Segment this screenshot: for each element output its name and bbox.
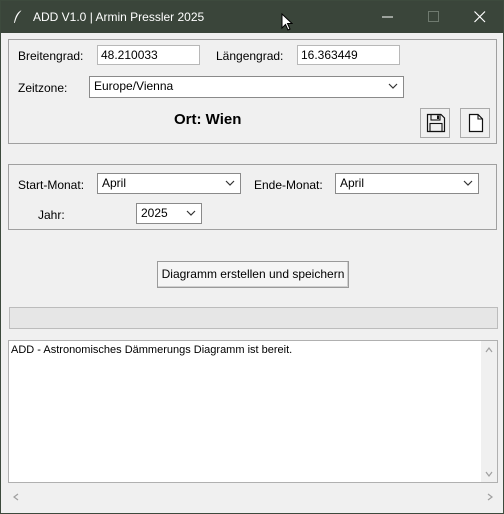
latitude-label: Breitengrad:: [18, 49, 84, 63]
year-value: 2025: [141, 206, 168, 220]
timezone-label: Zeitzone:: [18, 81, 68, 95]
latitude-input[interactable]: 48.210033: [97, 45, 200, 65]
chevron-down-icon: [463, 180, 473, 186]
log-textarea[interactable]: ADD - Astronomisches Dämmerungs Diagramm…: [8, 340, 481, 483]
title-bar[interactable]: ADD V1.0 | Armin Pressler 2025: [1, 1, 503, 33]
start-month-value: April: [102, 176, 127, 190]
timezone-value: Europe/Vienna: [94, 79, 174, 93]
document-icon: [468, 113, 484, 133]
close-icon: [474, 11, 486, 23]
timezone-select[interactable]: Europe/Vienna: [89, 76, 404, 98]
end-month-select[interactable]: April: [335, 173, 479, 194]
feather-icon: [12, 9, 24, 25]
close-button[interactable]: [457, 1, 503, 33]
end-month-value: April: [340, 176, 365, 190]
window-title: ADD V1.0 | Armin Pressler 2025: [33, 10, 205, 24]
log-text: ADD - Astronomisches Dämmerungs Diagramm…: [11, 344, 293, 356]
horizontal-scrollbar[interactable]: [8, 488, 498, 505]
start-month-label: Start-Monat:: [18, 178, 85, 192]
save-button[interactable]: [420, 108, 450, 138]
maximize-icon: [428, 11, 439, 22]
minimize-icon: [382, 16, 393, 18]
scroll-up-icon[interactable]: [485, 346, 493, 354]
vertical-scrollbar[interactable]: [481, 340, 498, 483]
longitude-input[interactable]: 16.363449: [297, 45, 400, 65]
longitude-label: Längengrad:: [216, 49, 284, 63]
chevron-down-icon: [388, 83, 398, 89]
create-diagram-button[interactable]: Diagramm erstellen und speichern: [157, 261, 349, 288]
place-name: Ort: Wien: [174, 111, 242, 128]
chevron-down-icon: [225, 180, 235, 186]
start-month-select[interactable]: April: [97, 173, 241, 194]
scroll-down-icon[interactable]: [485, 470, 493, 478]
end-month-label: Ende-Monat:: [254, 178, 323, 192]
progress-bar: [9, 307, 498, 329]
scroll-right-icon[interactable]: [486, 493, 494, 501]
floppy-disk-icon: [426, 113, 446, 133]
year-label: Jahr:: [38, 208, 65, 222]
scroll-left-icon[interactable]: [12, 493, 20, 501]
chevron-down-icon: [186, 210, 196, 216]
maximize-button[interactable]: [411, 1, 457, 33]
minimize-button[interactable]: [365, 1, 411, 33]
year-select[interactable]: 2025: [136, 203, 202, 224]
mouse-cursor-icon: [281, 12, 294, 32]
app-window: ADD V1.0 | Armin Pressler 2025 Breitengr…: [0, 0, 504, 514]
new-file-button[interactable]: [460, 108, 490, 138]
